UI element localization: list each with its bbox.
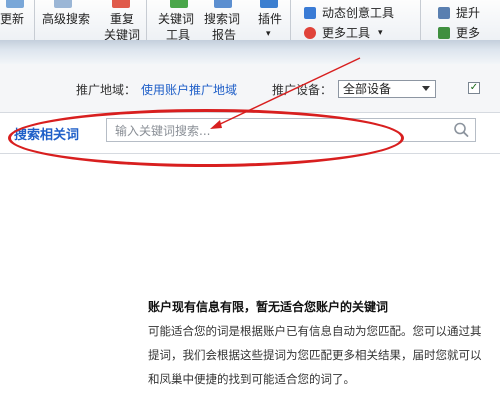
promote-icon bbox=[438, 7, 450, 19]
search-button[interactable] bbox=[448, 118, 474, 142]
toolbar-divider bbox=[290, 0, 291, 40]
empty-state-line: 和凤巢中便捷的找到可能适合您的词了。 bbox=[148, 372, 355, 386]
search-input[interactable] bbox=[113, 120, 447, 142]
toolbar: 更新 高级搜索 重复 关键词 关键词 工具 搜索词 报告 插件 ▾ 动态创意工具… bbox=[0, 0, 500, 40]
duplicate-label-line1: 重复 bbox=[110, 12, 135, 26]
chevron-down-icon bbox=[422, 86, 430, 91]
keyword-tool-label-line2: 工具 bbox=[166, 28, 191, 40]
duplicate-label-line2: 关键词 bbox=[104, 28, 141, 40]
search-input-box bbox=[106, 118, 476, 142]
search-report-label-line2: 报告 bbox=[212, 28, 237, 40]
update-icon bbox=[6, 0, 24, 8]
advanced-search-label: 高级搜索 bbox=[42, 12, 91, 26]
plugin-dropdown-arrow: ▾ bbox=[266, 29, 271, 39]
more-icon bbox=[438, 27, 450, 39]
promote-label: 提升 bbox=[456, 6, 481, 20]
toolbar-divider bbox=[146, 0, 147, 40]
region-link[interactable]: 使用账户推广地域 bbox=[141, 81, 237, 98]
search-report-icon bbox=[214, 0, 232, 8]
empty-state-line: 可能适合您的词是根据账户已有信息自动为您匹配。您可以通过其 bbox=[148, 324, 482, 338]
more-label: 更多 bbox=[456, 26, 481, 40]
region-label: 推广地域： bbox=[76, 83, 137, 97]
dynamic-creative-icon bbox=[304, 7, 316, 19]
empty-state-line: 提词，我们会根据这些提词为您匹配更多相关结果，届时您就可以 bbox=[148, 348, 482, 362]
update-label: 更新 bbox=[0, 12, 25, 26]
advanced-search-icon bbox=[54, 0, 72, 8]
add-circle-icon bbox=[304, 27, 316, 39]
plugin-icon bbox=[260, 0, 278, 8]
device-select[interactable]: 全部设备 bbox=[338, 80, 436, 98]
search-report-label-line1: 搜索词 bbox=[204, 12, 241, 26]
plugin-label: 插件 bbox=[258, 12, 283, 26]
search-icon bbox=[454, 122, 469, 137]
more-tools-dropdown-arrow: ▾ bbox=[378, 28, 383, 38]
device-select-value: 全部设备 bbox=[343, 82, 392, 96]
duplicate-icon bbox=[112, 0, 130, 8]
dynamic-creative-label: 动态创意工具 bbox=[322, 6, 395, 20]
search-related-title: 搜索相关词 bbox=[14, 128, 80, 143]
toolbar-divider bbox=[34, 0, 35, 40]
toolbar-divider bbox=[420, 0, 421, 40]
empty-state-title: 账户现有信息有限，暂无适合您账户的关键词 bbox=[148, 300, 389, 314]
keyword-tool-label-line1: 关键词 bbox=[158, 12, 195, 26]
toolbar-bottom-band bbox=[0, 40, 500, 64]
filter-checkbox[interactable]: ✓ bbox=[468, 82, 480, 94]
more-tools-label: 更多工具 bbox=[322, 26, 371, 40]
device-label: 推广设备： bbox=[272, 83, 333, 97]
keyword-tool-icon bbox=[170, 0, 188, 8]
